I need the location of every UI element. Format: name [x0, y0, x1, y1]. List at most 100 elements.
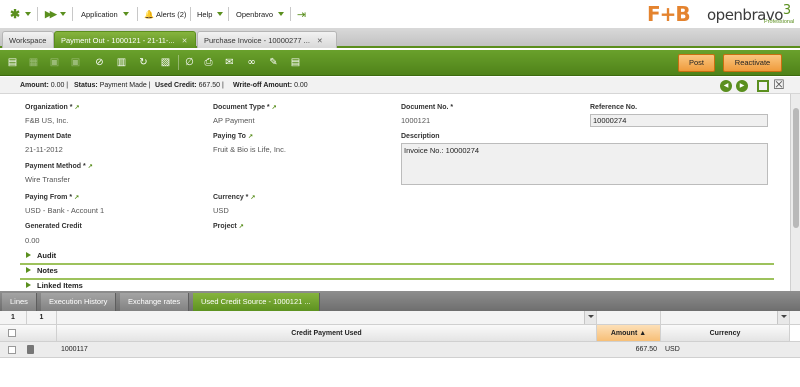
- project-label-text: Project: [213, 223, 237, 230]
- currency-filter[interactable]: [661, 311, 790, 324]
- section-audit[interactable]: Audit: [20, 249, 774, 265]
- select-all-cell[interactable]: [0, 325, 57, 341]
- new-row-button[interactable]: ▦: [25, 54, 42, 71]
- close-form-button[interactable]: ☒: [773, 78, 785, 93]
- table-row[interactable]: 1000117 667.50 USD: [0, 342, 800, 358]
- column-header-currency[interactable]: Currency: [661, 325, 790, 341]
- post-button[interactable]: Post: [678, 54, 715, 72]
- paying-from-label: Paying From * ↗: [25, 194, 79, 201]
- subtab-used-credit-source[interactable]: Used Credit Source - 1000121 ...: [193, 293, 320, 311]
- credit-payment-filter[interactable]: [57, 311, 597, 324]
- new-row-icon: ▦: [28, 57, 39, 68]
- help-menu[interactable]: Help: [197, 8, 224, 20]
- undo-button[interactable]: ⊘: [91, 54, 108, 71]
- payment-method-value: Wire Transfer: [25, 175, 71, 184]
- link-icon: ∞: [247, 57, 256, 68]
- link-arrow-icon[interactable]: ↗: [74, 195, 79, 201]
- grid-header-row: Credit Payment Used Amount ▲ Currency: [0, 325, 800, 342]
- link-arrow-icon[interactable]: ↗: [74, 105, 79, 111]
- used-credit-grid: 1 1 Credit Payment Used Amount ▲ Currenc…: [0, 311, 800, 387]
- link-arrow-icon[interactable]: ↗: [272, 105, 277, 111]
- column-header-credit-payment[interactable]: Credit Payment Used: [57, 325, 597, 341]
- form-scrollbar[interactable]: [790, 94, 800, 291]
- filter-dropdown-icon[interactable]: [777, 311, 789, 324]
- quick-create-menu[interactable]: ▶▶: [45, 8, 66, 20]
- document-type-value: AP Payment: [213, 116, 255, 125]
- organization-value: F&B US, Inc.: [25, 116, 69, 125]
- company-logo: F+B: [647, 2, 691, 26]
- subtab-execution-history[interactable]: Execution History: [41, 293, 117, 311]
- subtab-lines[interactable]: Lines: [2, 293, 37, 311]
- attach-button[interactable]: ∅: [181, 54, 198, 71]
- tab-purchase-invoice[interactable]: Purchase Invoice - 10000277 ... ✕: [197, 31, 337, 48]
- currency-cell: USD: [665, 346, 680, 353]
- link-arrow-icon[interactable]: ↗: [88, 164, 93, 170]
- paying-from-label-text: Paying From *: [25, 194, 73, 201]
- column-header-amount[interactable]: Amount ▲: [597, 325, 661, 341]
- delete-button[interactable]: ▥: [113, 54, 130, 71]
- close-icon[interactable]: ✕: [317, 33, 323, 50]
- email-button[interactable]: ✉: [221, 54, 238, 71]
- link-arrow-icon[interactable]: ↗: [239, 224, 244, 230]
- status-bar: Amount: 0.00 | Status: Payment Made | Us…: [0, 77, 800, 94]
- section-notes[interactable]: Notes: [20, 264, 774, 280]
- reference-number-label: Reference No.: [590, 104, 638, 111]
- print-button[interactable]: ⎙: [200, 54, 217, 71]
- status-writeoff-value: 0.00: [294, 82, 308, 89]
- maximize-button[interactable]: [757, 80, 769, 92]
- reference-number-field[interactable]: 10000274: [590, 114, 768, 127]
- link-arrow-icon[interactable]: ↗: [250, 195, 255, 201]
- new-document-button[interactable]: ▤: [4, 54, 21, 71]
- star-icon: ✱: [10, 7, 21, 21]
- expand-arrow-icon: [26, 252, 31, 258]
- nav-divider: [72, 7, 73, 21]
- save-icon: ▣: [49, 57, 60, 68]
- alerts-link[interactable]: 🔔 Alerts (2): [144, 8, 186, 20]
- description-field[interactable]: Invoice No.: 10000274: [401, 143, 768, 185]
- user-profile-menu[interactable]: Openbravo: [236, 8, 285, 20]
- logout-button[interactable]: ⇥: [297, 8, 306, 21]
- grid-view-button[interactable]: ▤: [287, 54, 304, 71]
- user-profile-label: Openbravo: [236, 9, 274, 19]
- export-button[interactable]: ▧: [157, 54, 174, 71]
- status-used-credit-label: Used Credit:: [155, 82, 197, 89]
- refresh-button[interactable]: ↻: [135, 54, 152, 71]
- payment-method-label: Payment Method * ↗: [25, 163, 93, 170]
- row-select-cell[interactable]: [0, 342, 57, 357]
- project-label: Project ↗: [213, 223, 244, 230]
- next-record-button[interactable]: ▶: [736, 80, 748, 92]
- scrollbar-thumb[interactable]: [793, 108, 799, 228]
- tab-workspace[interactable]: Workspace: [2, 31, 54, 48]
- tab-payment-out[interactable]: Payment Out - 1000121 - 21-11-... ✕: [54, 31, 196, 48]
- application-menu[interactable]: Application: [81, 8, 129, 20]
- expand-arrow-icon: [26, 267, 31, 273]
- tab-label: Purchase Invoice - 10000277 ...: [204, 36, 310, 45]
- payment-date-label: Payment Date: [25, 133, 72, 140]
- quick-launch-menu[interactable]: ✱: [10, 7, 32, 21]
- envelope-icon: ✉: [225, 57, 234, 68]
- fast-forward-icon: ▶▶: [45, 8, 57, 19]
- select-all-checkbox[interactable]: [8, 329, 16, 337]
- chevron-down-icon: [122, 12, 129, 16]
- grid-filter-row: 1 1: [0, 311, 800, 325]
- subtab-exchange-rates[interactable]: Exchange rates: [120, 293, 190, 311]
- link-arrow-icon[interactable]: ↗: [248, 134, 253, 140]
- status-state: Status: Payment Made |: [74, 82, 151, 89]
- filter-dropdown-icon[interactable]: [584, 311, 596, 324]
- close-icon[interactable]: ✕: [182, 33, 188, 50]
- tools-button[interactable]: ✎: [265, 54, 282, 71]
- help-menu-label: Help: [197, 9, 213, 19]
- alerts-label: Alerts (2): [155, 9, 187, 19]
- row-checkbox[interactable]: [8, 345, 16, 354]
- chevron-down-icon: [25, 12, 32, 16]
- document-number-value: 1000121: [401, 116, 431, 125]
- document-icon[interactable]: [27, 345, 34, 354]
- save-button[interactable]: ▣: [46, 54, 63, 71]
- previous-record-button[interactable]: ◀: [720, 80, 732, 92]
- save-close-button[interactable]: ▣: [67, 54, 84, 71]
- amount-filter[interactable]: [597, 311, 661, 324]
- reactivate-button[interactable]: Reactivate: [723, 54, 782, 72]
- link-button[interactable]: ∞: [243, 54, 260, 71]
- application-menu-label: Application: [81, 9, 118, 19]
- chevron-down-icon: [217, 12, 224, 16]
